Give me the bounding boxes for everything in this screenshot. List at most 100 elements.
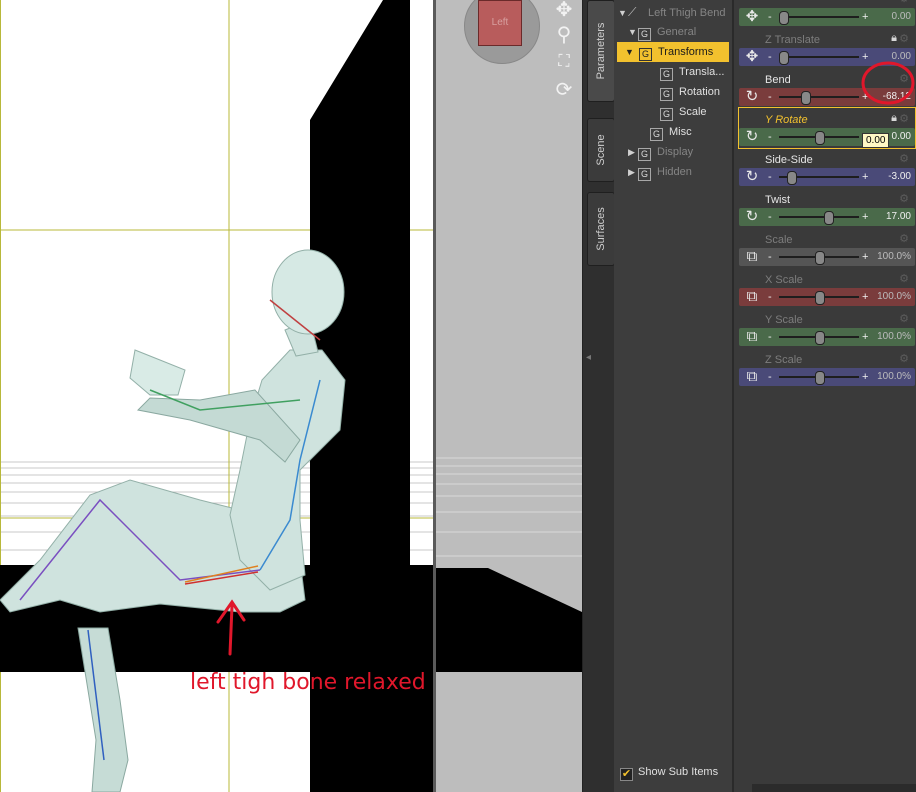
- decrement-button[interactable]: -: [768, 88, 772, 106]
- move-icon[interactable]: ✥: [742, 49, 762, 65]
- gear-icon[interactable]: ⚙: [899, 152, 909, 165]
- param-x-translate[interactable]: ⚙ ✥- +0.00: [739, 0, 915, 28]
- pan-icon[interactable]: ✥: [552, 0, 576, 22]
- param-z-scale[interactable]: Z Scale ⚙ ⧉ - +100.0%: [739, 348, 915, 388]
- decrement-button[interactable]: -: [768, 48, 772, 66]
- slider-track[interactable]: [779, 16, 859, 18]
- move-icon[interactable]: ✥: [742, 9, 762, 25]
- orbit-icon[interactable]: ⟳: [552, 78, 576, 102]
- slider-track[interactable]: [779, 216, 859, 218]
- slider-bar[interactable]: ✥ - +0.00: [739, 8, 915, 26]
- decrement-button[interactable]: -: [768, 328, 772, 346]
- tree-item-transforms[interactable]: ▼ G Transforms: [617, 42, 729, 62]
- slider-bar[interactable]: ↻ - + -3.00: [739, 168, 915, 186]
- decrement-button[interactable]: -: [768, 168, 772, 186]
- param-value[interactable]: 17.00: [886, 208, 911, 226]
- lock-icon[interactable]: 🔒︎: [891, 32, 897, 45]
- scale-icon[interactable]: ⧉: [742, 369, 762, 385]
- decrement-button[interactable]: -: [768, 288, 772, 306]
- show-sub-items-checkbox[interactable]: ✔ Show Sub Items: [620, 766, 718, 781]
- param-value[interactable]: 100.0%: [877, 328, 911, 346]
- tree-item-scale[interactable]: G Scale: [660, 102, 707, 122]
- gear-icon[interactable]: ⚙: [899, 312, 909, 325]
- slider-bar[interactable]: ⧉ - +100.0%: [739, 368, 915, 386]
- increment-button[interactable]: +: [862, 168, 868, 186]
- expand-icon[interactable]: ▶: [628, 142, 638, 162]
- expand-icon[interactable]: ▼: [625, 42, 639, 62]
- scale-icon[interactable]: ⧉: [742, 289, 762, 305]
- param-scale[interactable]: Scale ⚙ ⧉ - +100.0%: [739, 228, 915, 268]
- gear-icon[interactable]: ⚙: [899, 272, 909, 285]
- gear-icon[interactable]: ⚙: [899, 192, 909, 205]
- aux-viewport[interactable]: [436, 0, 582, 792]
- slider-knob[interactable]: [815, 291, 825, 305]
- param-side-side[interactable]: Side-Side ⚙ ↻ - + -3.00: [739, 148, 915, 188]
- param-value[interactable]: 0.00: [892, 128, 911, 146]
- slider-knob[interactable]: [779, 51, 789, 65]
- param-value[interactable]: 100.0%: [877, 368, 911, 386]
- slider-knob[interactable]: [800, 91, 811, 105]
- gear-icon[interactable]: ⚙: [899, 32, 909, 45]
- gear-icon[interactable]: ⚙: [899, 352, 909, 365]
- param-value[interactable]: -3.00: [888, 168, 911, 186]
- tab-surfaces[interactable]: Surfaces: [587, 192, 615, 266]
- increment-button[interactable]: +: [862, 288, 868, 306]
- slider-bar[interactable]: ⧉ - +100.0%: [739, 288, 915, 306]
- slider-bar[interactable]: ⧉ - +100.0%: [739, 328, 915, 346]
- gear-icon[interactable]: ⚙: [899, 232, 909, 245]
- increment-button[interactable]: +: [862, 8, 868, 26]
- tree-item-display[interactable]: ▶ G Display: [628, 142, 693, 162]
- slider-knob[interactable]: [787, 171, 797, 185]
- collapse-arrow-icon[interactable]: ◂: [586, 352, 591, 363]
- expand-icon[interactable]: ▶: [628, 162, 638, 182]
- decrement-button[interactable]: -: [768, 8, 772, 26]
- decrement-button[interactable]: -: [768, 128, 772, 146]
- tab-parameters[interactable]: Parameters: [587, 0, 615, 102]
- slider-bar[interactable]: ↻ - +17.00: [739, 208, 915, 226]
- slider-track[interactable]: [779, 56, 859, 58]
- expand-icon[interactable]: ▼: [628, 22, 638, 42]
- gear-icon[interactable]: ⚙: [899, 112, 909, 125]
- gear-icon[interactable]: ⚙: [899, 0, 909, 5]
- increment-button[interactable]: +: [862, 328, 868, 346]
- scale-icon[interactable]: ⧉: [742, 249, 762, 265]
- tab-scene[interactable]: Scene: [587, 118, 615, 182]
- tree-item-misc[interactable]: G Misc: [650, 122, 692, 142]
- group-icon: G: [660, 88, 673, 101]
- slider-track[interactable]: [779, 96, 859, 98]
- param-x-scale[interactable]: X Scale ⚙ ⧉ - +100.0%: [739, 268, 915, 308]
- lock-icon[interactable]: 🔒︎: [891, 112, 897, 125]
- decrement-button[interactable]: -: [768, 208, 772, 226]
- frame-icon[interactable]: ⛶: [552, 50, 576, 74]
- tree-item-hidden[interactable]: ▶ G Hidden: [628, 162, 692, 182]
- slider-knob[interactable]: [815, 331, 825, 345]
- slider-knob[interactable]: [779, 11, 789, 25]
- slider-knob[interactable]: [815, 131, 825, 145]
- tree-item-translate[interactable]: G Transla...: [660, 62, 724, 82]
- decrement-button[interactable]: -: [768, 368, 772, 386]
- param-twist[interactable]: Twist ⚙ ↻ - +17.00: [739, 188, 915, 228]
- increment-button[interactable]: +: [862, 208, 868, 226]
- rotate-icon[interactable]: ↻: [742, 89, 762, 105]
- slider-knob[interactable]: [815, 371, 825, 385]
- slider-knob[interactable]: [823, 211, 834, 225]
- tree-item-general[interactable]: ▼ G General: [628, 22, 696, 42]
- tree-root[interactable]: ▼⟋ Left Thigh Bend: [618, 2, 725, 22]
- param-value[interactable]: 100.0%: [877, 288, 911, 306]
- param-y-scale[interactable]: Y Scale ⚙ ⧉ - +100.0%: [739, 308, 915, 348]
- scale-icon[interactable]: ⧉: [742, 329, 762, 345]
- rotate-icon[interactable]: ↻: [742, 129, 762, 145]
- slider-knob[interactable]: [815, 251, 825, 265]
- rotate-icon[interactable]: ↻: [742, 169, 762, 185]
- tree-item-rotation[interactable]: G Rotation: [660, 82, 720, 102]
- increment-button[interactable]: +: [862, 248, 868, 266]
- rotate-icon[interactable]: ↻: [742, 209, 762, 225]
- slider-bar[interactable]: ⧉ - +100.0%: [739, 248, 915, 266]
- zoom-icon[interactable]: ⚲: [552, 23, 576, 47]
- view-cube-face[interactable]: Left: [478, 0, 522, 46]
- expand-icon[interactable]: ▼: [618, 3, 628, 23]
- increment-button[interactable]: +: [862, 368, 868, 386]
- decrement-button[interactable]: -: [768, 248, 772, 266]
- param-value[interactable]: 0.00: [892, 8, 911, 26]
- param-value[interactable]: 100.0%: [877, 248, 911, 266]
